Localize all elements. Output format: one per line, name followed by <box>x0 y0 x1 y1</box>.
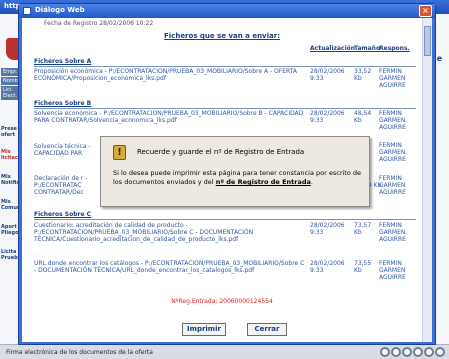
column-header-date: Actualización <box>310 45 356 52</box>
ring-icon <box>435 347 445 357</box>
alert-message: Recuerde y guarde el nº de Registro de E… <box>137 148 305 156</box>
section-title: Ficheros Sobre B <box>34 100 92 107</box>
close-icon[interactable]: × <box>419 5 432 17</box>
file-name-link[interactable]: Solvencia económica - P:/ECONTRATACION/P… <box>34 110 306 124</box>
ring-icon <box>413 347 423 357</box>
ring-icon <box>391 347 401 357</box>
section-divider <box>34 66 416 67</box>
file-size: 33,52 Kb <box>354 68 372 82</box>
section-divider <box>34 219 416 220</box>
ring-icon <box>424 347 434 357</box>
file-date: 28/02/2006 9:33 <box>310 222 345 236</box>
print-button[interactable]: Imprimir <box>182 323 226 336</box>
window-icon <box>23 7 31 15</box>
file-size: 73,55 Kb <box>354 260 372 274</box>
scrollbar-thumb[interactable] <box>424 26 431 56</box>
file-date: 28/02/2006 9:33 <box>310 68 345 82</box>
alert-body: Si lo desea puede imprimir esta página p… <box>113 169 365 187</box>
file-name-link[interactable]: Proposición económica - P:/ECONTRATACION… <box>34 68 306 82</box>
ring-icon <box>380 347 390 357</box>
file-responsible: FERMIN GARMEN AGUIRRE <box>379 142 406 163</box>
file-responsible: FERMIN GARMEN AGUIRRE <box>379 260 406 281</box>
ring-icon <box>402 347 412 357</box>
file-responsible: FERMIN GARMEN AGUIRRE <box>379 68 406 89</box>
alert-body-suffix: . <box>310 178 313 186</box>
file-size: 48,54 Kb <box>354 110 372 124</box>
file-date: 28/02/2006 9:33 <box>310 260 345 274</box>
registry-number: NºReg.Entrada: 20060000124554 <box>171 298 273 305</box>
column-header-resp: Respons. <box>379 45 410 52</box>
section-title: Ficheros Sobre A <box>34 58 92 65</box>
file-name-link[interactable]: URL donde encontrar los catálogos - P:/E… <box>34 260 306 274</box>
loading-rings <box>380 347 445 357</box>
registry-date-header: Fecha de Registro 28/02/2006 10:22 <box>44 20 154 27</box>
file-responsible: FERMIN GARMEN AGUIRRE <box>379 222 406 243</box>
close-button[interactable]: Cerrar <box>247 323 287 336</box>
file-date: 28/02/2006 9:33 <box>310 110 345 124</box>
file-name-link[interactable]: Cuestionario: acreditación de calidad de… <box>34 222 306 243</box>
files-title: Ficheros que se van a enviar: <box>164 32 280 40</box>
section-title: Ficheros Sobre C <box>34 211 92 218</box>
warning-icon: ! <box>113 145 126 160</box>
file-responsible: FERMIN GARMEN AGUIRRE <box>379 175 406 196</box>
window-titlebar[interactable]: Diálogo Web × <box>19 4 435 18</box>
file-size: 73,57 Kb <box>354 222 372 236</box>
alert-dialog: ! Recuerde y guarde el nº de Registro de… <box>100 136 370 207</box>
status-bar: Firma electrónica de los documentos de l… <box>0 344 449 359</box>
scrollbar[interactable] <box>422 18 432 342</box>
window-title: Diálogo Web <box>35 6 85 14</box>
file-responsible: FERMIN GARMEN AGUIRRE <box>379 110 406 131</box>
status-text: Firma electrónica de los documentos de l… <box>6 349 153 356</box>
registry-link[interactable]: nº de Registro de Entrada <box>216 178 311 186</box>
column-header-size: Tamaño <box>354 45 381 52</box>
section-divider <box>34 108 416 109</box>
